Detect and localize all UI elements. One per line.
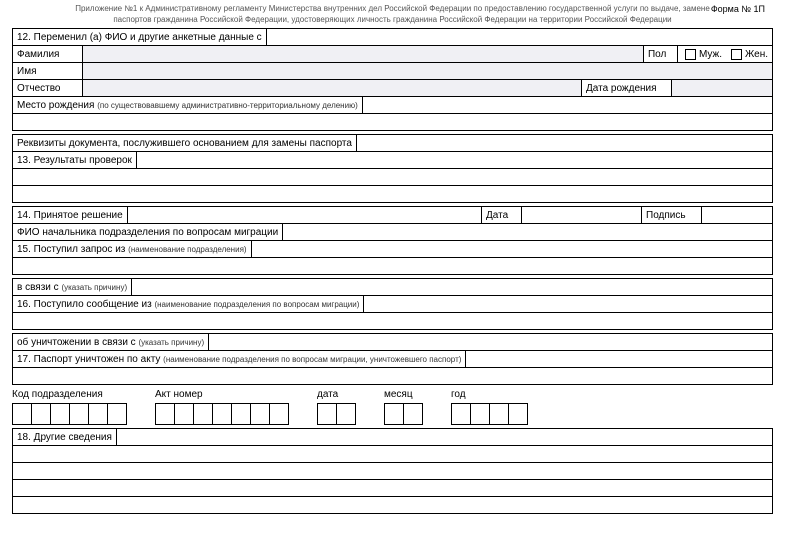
- birthplace-note: (по существовавшему административно-терр…: [97, 101, 358, 110]
- surname-label: Фамилия: [13, 46, 83, 62]
- section-15-input[interactable]: [252, 241, 772, 257]
- section-14-sign-input[interactable]: [702, 207, 772, 223]
- section-16-input[interactable]: [364, 296, 772, 312]
- section-18-blank4[interactable]: [12, 496, 773, 514]
- year-group: год: [451, 389, 528, 425]
- section-18-row: 18. Другие сведения: [12, 428, 773, 446]
- year-boxes[interactable]: [451, 403, 528, 425]
- male-checkbox[interactable]: [685, 49, 696, 60]
- section-15-blank[interactable]: [12, 257, 773, 275]
- section-17-row: 17. Паспорт уничтожен по акту (наименова…: [12, 350, 773, 368]
- section-16-blank[interactable]: [12, 312, 773, 330]
- section-15-title: 15. Поступил запрос из (наименование под…: [13, 241, 252, 257]
- section-18-title: 18. Другие сведения: [13, 429, 117, 445]
- patronymic-row: Отчество Дата рождения: [12, 79, 773, 97]
- birthplace-label: Место рождения (по существовавшему админ…: [13, 97, 363, 113]
- month-boxes[interactable]: [384, 403, 423, 425]
- section-13-blank1[interactable]: [12, 168, 773, 186]
- day-group: дата: [317, 389, 356, 425]
- section-18-input[interactable]: [117, 429, 772, 445]
- male-label: Муж.: [699, 49, 722, 60]
- surname-row: Фамилия Пол Муж. Жен.: [12, 45, 773, 63]
- section-14-input[interactable]: [128, 207, 482, 223]
- name-label: Имя: [13, 63, 83, 79]
- doc-basis-input[interactable]: [357, 135, 772, 151]
- form-number: Форма № 1П: [711, 4, 765, 14]
- month-group: месяц: [384, 389, 423, 425]
- female-checkbox[interactable]: [731, 49, 742, 60]
- section-17-note: (наименование подразделения по вопросам …: [163, 355, 461, 364]
- section-16-destr-note: (указать причину): [138, 338, 204, 347]
- section-15-note: (наименование подразделения): [128, 245, 246, 254]
- patronymic-input[interactable]: [83, 80, 582, 96]
- section-13-input[interactable]: [137, 152, 772, 168]
- section-14-chief-label: ФИО начальника подразделения по вопросам…: [13, 224, 283, 240]
- section-13-title: 13. Результаты проверок: [13, 152, 137, 168]
- section-13-blank2[interactable]: [12, 185, 773, 203]
- section-15-due-row: в связи с (указать причину): [12, 278, 773, 296]
- code-boxes-row: Код подразделения Акт номер дата месяц г…: [12, 389, 773, 425]
- year-label: год: [451, 389, 528, 400]
- section-12-title: 12. Переменил (а) ФИО и другие анкетные …: [13, 29, 267, 45]
- sex-female-cell: Жен.: [724, 46, 772, 62]
- doc-basis-label: Реквизиты документа, послужившего основа…: [13, 135, 357, 151]
- section-14-sign-label: Подпись: [642, 207, 702, 223]
- section-17-input[interactable]: [466, 351, 772, 367]
- section-15-due-input[interactable]: [132, 279, 772, 295]
- section-15-row: 15. Поступил запрос из (наименование под…: [12, 240, 773, 258]
- birthplace-row: Место рождения (по существовавшему админ…: [12, 96, 773, 114]
- section-16-title: 16. Поступило сообщение из (наименование…: [13, 296, 364, 312]
- section-12-title-blank[interactable]: [267, 29, 772, 45]
- section-16-row: 16. Поступило сообщение из (наименование…: [12, 295, 773, 313]
- female-label: Жен.: [745, 49, 768, 60]
- month-label: месяц: [384, 389, 423, 400]
- section-14-chief-input[interactable]: [283, 224, 772, 240]
- section-18-blank3[interactable]: [12, 479, 773, 497]
- dept-code-label: Код подразделения: [12, 389, 127, 400]
- day-boxes[interactable]: [317, 403, 356, 425]
- surname-input[interactable]: [83, 46, 644, 62]
- section-14-date-label: Дата: [482, 207, 522, 223]
- day-label: дата: [317, 389, 356, 400]
- section-13-row: 13. Результаты проверок: [12, 151, 773, 169]
- name-row: Имя: [12, 62, 773, 80]
- section-18-blank1[interactable]: [12, 445, 773, 463]
- section-17-title: 17. Паспорт уничтожен по акту (наименова…: [13, 351, 466, 367]
- sex-label: Пол: [644, 46, 678, 62]
- header-line2: паспортов гражданина Российской Федераци…: [12, 15, 773, 24]
- dept-code-group: Код подразделения: [12, 389, 127, 425]
- section-16-destr-row: об уничтожении в связи с (указать причин…: [12, 333, 773, 351]
- section-12-title-row: 12. Переменил (а) ФИО и другие анкетные …: [12, 28, 773, 46]
- section-14-date-input[interactable]: [522, 207, 642, 223]
- section-14-title: 14. Принятое решение: [13, 207, 128, 223]
- section-15-due-label: в связи с (указать причину): [13, 279, 132, 295]
- sex-male-cell: Муж.: [678, 46, 724, 62]
- act-group: Акт номер: [155, 389, 289, 425]
- patronymic-label: Отчество: [13, 80, 83, 96]
- section-16-note: (наименование подразделения по вопросам …: [154, 300, 359, 309]
- section-16-destr-label: об уничтожении в связи с (указать причин…: [13, 334, 209, 350]
- dob-input[interactable]: [672, 80, 772, 96]
- header-line1: Приложение №1 к Административному реглам…: [12, 4, 773, 13]
- birthplace-extra-row[interactable]: [12, 113, 773, 131]
- act-label: Акт номер: [155, 389, 289, 400]
- dept-code-boxes[interactable]: [12, 403, 127, 425]
- section-18-blank2[interactable]: [12, 462, 773, 480]
- act-boxes[interactable]: [155, 403, 289, 425]
- section-14-row: 14. Принятое решение Дата Подпись: [12, 206, 773, 224]
- section-16-destr-input[interactable]: [209, 334, 772, 350]
- section-17-blank[interactable]: [12, 367, 773, 385]
- birthplace-input[interactable]: [363, 97, 772, 113]
- name-input[interactable]: [83, 63, 772, 79]
- section-15-due-note: (указать причину): [61, 283, 127, 292]
- section-14-chief-row: ФИО начальника подразделения по вопросам…: [12, 223, 773, 241]
- dob-label: Дата рождения: [582, 80, 672, 96]
- doc-basis-row: Реквизиты документа, послужившего основа…: [12, 134, 773, 152]
